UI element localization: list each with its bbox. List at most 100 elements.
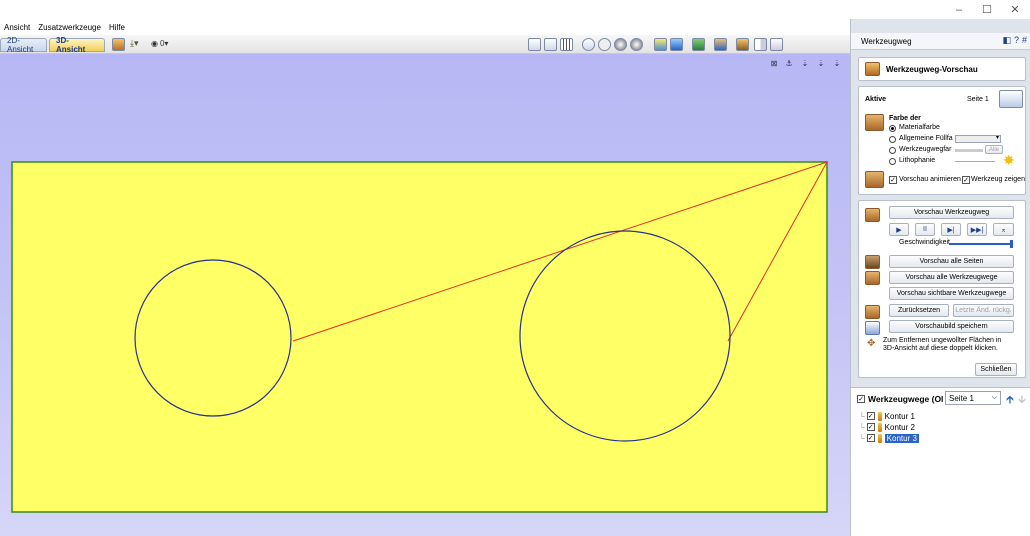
- panel-layout-icon[interactable]: ◧: [1002, 35, 1011, 46]
- toolpath-item-2-checkbox[interactable]: ✓: [866, 423, 875, 431]
- fill-color-dropdown[interactable]: ▾: [955, 135, 1001, 143]
- chevron-down-icon: ⌵: [991, 394, 997, 401]
- pin-icon[interactable]: #: [1022, 35, 1027, 46]
- preview-visible-toolpaths-button[interactable]: Vorschau sichtbare Werkzeugwege: [889, 287, 1014, 300]
- zoom-box-icon[interactable]: [544, 38, 557, 51]
- save-image-icon: [865, 321, 880, 335]
- pen-icon: [877, 422, 882, 432]
- move-down-icon[interactable]: 🡳: [1018, 391, 1026, 410]
- page-label: Seite 1: [967, 96, 989, 103]
- toolpath-color-swatch: [955, 149, 983, 152]
- snap-icon[interactable]: [582, 38, 595, 51]
- layer-selector[interactable]: ◉ 0▾: [151, 39, 168, 48]
- speed-slider-thumb[interactable]: [1009, 240, 1013, 248]
- side-view-icon[interactable]: ⇣: [831, 57, 843, 69]
- undo-last-button[interactable]: Letzte Änd. rückg.: [953, 304, 1014, 317]
- lithophanie-slider[interactable]: [955, 161, 995, 162]
- aktive-label: Aktive: [865, 96, 887, 103]
- preview-title-card: Werkzeugweg-Vorschau: [858, 57, 1026, 81]
- palette-icon[interactable]: [999, 90, 1023, 108]
- show-tool-label: Werkzeug zeigen: [971, 176, 1025, 183]
- material-block: [11, 161, 828, 513]
- preview-toolpath-button[interactable]: Vorschau Werkzeugweg: [889, 206, 1014, 219]
- close-window-button[interactable]: ✕: [1000, 0, 1030, 19]
- page-select[interactable]: Seite 1 ⌵: [945, 391, 1001, 405]
- download-icon[interactable]: ⤓▾: [130, 38, 143, 51]
- save-preview-image-button[interactable]: Vorschaubild speichern: [889, 320, 1014, 333]
- wireframe-view-icon[interactable]: [670, 38, 683, 51]
- radio-werkzeugwegfarbe[interactable]: [889, 147, 896, 154]
- toolpath-item-2[interactable]: └ ✓ Kontur 2: [859, 422, 915, 432]
- toolpaths-all-checkbox[interactable]: ✓: [857, 395, 865, 403]
- speed-label: Geschwindigkeit: [899, 239, 950, 246]
- front-view-icon[interactable]: ⇣: [815, 57, 827, 69]
- radio-lithophanie[interactable]: [889, 158, 896, 165]
- toolpaths-title: Werkzeugwege (Ol: [868, 394, 944, 404]
- play-button[interactable]: ▶: [889, 223, 909, 236]
- viewport-canvas: [11, 161, 829, 513]
- toolpath-panel: Werkzeugweg ◧ ? # Werkzeugweg-Vorschau A…: [850, 19, 1030, 536]
- zoom-in-icon[interactable]: [614, 38, 627, 51]
- preview-all-pages-button[interactable]: Vorschau alle Seiten: [889, 255, 1014, 268]
- all-pages-icon: [865, 255, 880, 269]
- minimize-button[interactable]: –: [944, 0, 974, 19]
- reset-icon: [865, 305, 880, 319]
- move-up-icon[interactable]: 🡱: [1006, 391, 1014, 410]
- animate-checkbox[interactable]: ✓: [889, 176, 897, 184]
- page-select-value: Seite 1: [949, 393, 974, 403]
- zoom-extents-icon[interactable]: [528, 38, 541, 51]
- grid-icon[interactable]: [560, 38, 573, 51]
- tree-branch: └: [859, 433, 865, 443]
- light-icon[interactable]: [598, 38, 611, 51]
- material-view-icon[interactable]: [692, 38, 705, 51]
- maximize-button[interactable]: ☐: [972, 0, 1002, 19]
- toolpath-item-2-label: Kontur 2: [884, 422, 915, 432]
- split-view-icon[interactable]: [754, 38, 767, 51]
- menu-ansicht[interactable]: Ansicht: [0, 23, 34, 32]
- help-icon[interactable]: ?: [1014, 35, 1019, 46]
- speed-slider-track[interactable]: [949, 240, 1013, 248]
- menu-bar: Ansicht Zusatzwerkzeuge Hilfe: [0, 19, 850, 35]
- radio-materialfarbe[interactable]: [889, 125, 896, 132]
- pause-button[interactable]: II: [915, 223, 935, 236]
- preview-tool-icon: [865, 62, 880, 76]
- color-mode-icon: [865, 114, 884, 131]
- material-icon[interactable]: [112, 38, 125, 51]
- toolpath-view-icon[interactable]: [714, 38, 727, 51]
- zoom-out-icon[interactable]: [630, 38, 643, 51]
- toolpath-item-3[interactable]: └ ✓ Kontur 3: [859, 433, 919, 443]
- show-tool-checkbox[interactable]: ✓: [962, 176, 970, 184]
- double-click-hint: Zum Entfernen ungewollter Flächen in 3D-…: [883, 337, 1002, 352]
- toolpath-item-3-label: Kontur 3: [884, 433, 919, 443]
- tab-2d-view[interactable]: 2D-Ansicht: [0, 36, 47, 54]
- shaded-view-icon[interactable]: [654, 38, 667, 51]
- menu-zusatzwerkzeuge[interactable]: Zusatzwerkzeuge: [34, 23, 105, 32]
- tab-3d-view[interactable]: 3D-Ansicht: [49, 36, 105, 54]
- top-view-icon[interactable]: ⇣: [799, 57, 811, 69]
- radio-allgemeine-fuellfarbe[interactable]: [889, 136, 896, 143]
- pen-icon: [877, 411, 882, 421]
- texture-icon[interactable]: [736, 38, 749, 51]
- toolpath-item-1-checkbox[interactable]: ✓: [866, 412, 875, 420]
- finish-button[interactable]: ▶▶|: [967, 223, 987, 236]
- toolpath-item-1[interactable]: └ ✓ Kontur 1: [859, 411, 915, 421]
- toolpath-item-3-checkbox[interactable]: ✓: [866, 434, 875, 442]
- alle-button[interactable]: Alle: [985, 145, 1003, 154]
- option-allgemeine-fuellfarbe: Allgemeine Füllfa: [899, 135, 953, 142]
- close-button[interactable]: Schließen: [975, 363, 1017, 376]
- menu-hilfe[interactable]: Hilfe: [105, 23, 129, 32]
- reset-button[interactable]: Zurücksetzen: [889, 304, 949, 317]
- panel-title: Werkzeugweg: [861, 36, 912, 46]
- tree-branch: └: [859, 411, 865, 421]
- stop-button[interactable]: ⌅: [993, 223, 1014, 236]
- toolpath-list: ✓ Werkzeugwege (Ol Seite 1 ⌵ 🡱 🡳 └ ✓ Kon…: [851, 387, 1030, 536]
- 3d-viewport[interactable]: ⊠ ⚓ ⇣ ⇣ ⇣: [0, 54, 850, 536]
- step-button[interactable]: ▶|: [941, 223, 961, 236]
- iso-view-icon[interactable]: ⊠: [768, 57, 780, 69]
- farbe-label: Farbe der: [889, 115, 921, 122]
- axis-view-icon[interactable]: ⚓: [783, 57, 795, 69]
- layout-icon[interactable]: [770, 38, 783, 51]
- hint-icon: ✥: [867, 338, 876, 349]
- preview-all-toolpaths-button[interactable]: Vorschau alle Werkzeugwege: [889, 271, 1014, 284]
- layer-label: 0▾: [159, 39, 169, 48]
